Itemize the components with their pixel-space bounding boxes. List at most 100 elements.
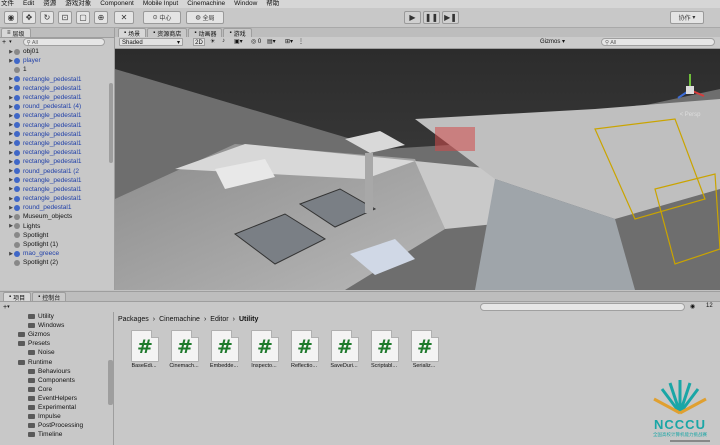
- grid-toggle-icon[interactable]: ⊞▾: [285, 38, 293, 45]
- scene-search-input[interactable]: ⚲ All: [601, 38, 715, 46]
- hierarchy-item[interactable]: 1: [0, 65, 108, 74]
- hierarchy-item[interactable]: ▶ rectangle_pedestal1: [0, 93, 108, 102]
- hierarchy-item[interactable]: ▶ round_pedestal1: [0, 203, 108, 212]
- project-folder-item[interactable]: Runtime: [0, 357, 113, 366]
- project-tree-scrollbar[interactable]: [108, 360, 113, 405]
- hierarchy-item[interactable]: ▶ mao_greece: [0, 249, 108, 258]
- tab-scene-3[interactable]: ▪ 游戏: [223, 28, 252, 38]
- hierarchy-item[interactable]: ▶ rectangle_pedestal1: [0, 185, 108, 194]
- hierarchy-item[interactable]: ▶ rectangle_pedestal1: [0, 75, 108, 84]
- collab-dropdown[interactable]: 协作 ▾: [670, 11, 704, 24]
- hierarchy-item[interactable]: Spotlight: [0, 231, 108, 240]
- toggle-2d-button[interactable]: 2D: [193, 38, 205, 46]
- tab-scene-0[interactable]: ▪ 场景: [118, 28, 147, 38]
- snap-icon[interactable]: ⋮: [298, 38, 304, 45]
- tab-project-0[interactable]: ▪ 项目: [3, 292, 32, 302]
- rect-tool-button[interactable]: ▢: [76, 11, 90, 24]
- script-asset[interactable]: # Reflectio...: [287, 330, 321, 378]
- hierarchy-scrollbar[interactable]: [109, 83, 113, 163]
- shading-mode-label: Shaded: [122, 40, 143, 46]
- effects-toggle-icon[interactable]: ▣▾: [234, 38, 243, 45]
- project-folder-item[interactable]: Noise: [0, 348, 113, 357]
- hierarchy-item[interactable]: ▶ rectangle_pedestal1: [0, 111, 108, 120]
- project-folder-item[interactable]: Timeline: [0, 430, 113, 439]
- hierarchy-item[interactable]: ▶ round_pedestal1 (2: [0, 166, 108, 175]
- gizmos-dropdown[interactable]: Gizmos ▾: [540, 38, 584, 46]
- tab-hierarchy[interactable]: ≡ 层级: [1, 28, 31, 38]
- hierarchy-item[interactable]: ▶ rectangle_pedestal1: [0, 194, 108, 203]
- hierarchy-item[interactable]: ▶ rectangle_pedestal1: [0, 84, 108, 93]
- project-folder-item[interactable]: Impulse: [0, 412, 113, 421]
- hierarchy-item[interactable]: ▶ Lights: [0, 222, 108, 231]
- script-asset[interactable]: # Cinemach...: [167, 330, 201, 378]
- hierarchy-item[interactable]: ▶ rectangle_pedestal1: [0, 157, 108, 166]
- shading-mode-dropdown[interactable]: Shaded ▾: [119, 38, 183, 46]
- project-folder-item[interactable]: Experimental: [0, 403, 113, 412]
- script-asset[interactable]: # Embedde...: [207, 330, 241, 378]
- step-button[interactable]: ▶❚: [442, 11, 459, 24]
- hierarchy-item[interactable]: Spotlight (1): [0, 240, 108, 249]
- camera-settings-icon[interactable]: ▤▾: [267, 38, 276, 45]
- custom-tool-button[interactable]: ✕: [114, 11, 134, 24]
- pause-button[interactable]: ❚❚: [423, 11, 440, 24]
- rotate-tool-button[interactable]: ↻: [40, 11, 54, 24]
- project-folder-item[interactable]: EventHelpers: [0, 394, 113, 403]
- hand-tool-button[interactable]: ◉: [4, 11, 18, 24]
- add-button[interactable]: +: [2, 39, 6, 46]
- scale-tool-button[interactable]: ⊡: [58, 11, 72, 24]
- menu-item[interactable]: 游戏对象: [65, 0, 91, 8]
- hierarchy-item[interactable]: Spotlight (2): [0, 258, 108, 267]
- project-folder-item[interactable]: Windows: [0, 321, 113, 330]
- menu-item[interactable]: Component: [100, 0, 134, 8]
- project-search-input[interactable]: [480, 303, 685, 311]
- visibility-icon[interactable]: ◉: [690, 303, 695, 310]
- light-toggle-icon[interactable]: ☀: [210, 38, 215, 45]
- project-folder-item[interactable]: Behaviours: [0, 367, 113, 376]
- move-tool-button[interactable]: ✥: [22, 11, 36, 24]
- breadcrumb-item[interactable]: Utility: [239, 316, 258, 323]
- menu-item[interactable]: 帮助: [266, 0, 279, 8]
- project-folder-item[interactable]: Presets: [0, 339, 113, 348]
- hierarchy-item[interactable]: ▶ player: [0, 56, 108, 65]
- script-asset[interactable]: # Scriptabl...: [367, 330, 401, 378]
- hierarchy-item[interactable]: ▶ rectangle_pedestal1: [0, 176, 108, 185]
- hierarchy-item[interactable]: ▶ rectangle_pedestal1: [0, 148, 108, 157]
- hierarchy-item[interactable]: ▶ obj01: [0, 47, 108, 56]
- project-folder-item[interactable]: PostProcessing: [0, 421, 113, 430]
- tab-scene-1[interactable]: ▪ 资源商店: [147, 28, 188, 38]
- scene-viewport[interactable]: [115, 49, 720, 290]
- hierarchy-item[interactable]: ▶ rectangle_pedestal1: [0, 121, 108, 130]
- menu-item[interactable]: Cinemachine: [187, 0, 225, 8]
- hierarchy-search-input[interactable]: ⚲ All: [22, 38, 105, 46]
- breadcrumb-item[interactable]: Cinemachine: [159, 316, 200, 323]
- menu-item[interactable]: Edit: [23, 0, 34, 8]
- script-asset[interactable]: # Inspecto...: [247, 330, 281, 378]
- hierarchy-item[interactable]: ▶ rectangle_pedestal1: [0, 130, 108, 139]
- hash-icon: #: [417, 336, 433, 358]
- hidden-objects-icon[interactable]: ◎ 0: [251, 38, 261, 45]
- project-folder-item[interactable]: Utility: [0, 312, 113, 321]
- menu-item[interactable]: Mobile Input: [143, 0, 178, 8]
- transform-tool-button[interactable]: ⊕: [94, 11, 108, 24]
- hierarchy-item[interactable]: ▶ Museum_objects: [0, 212, 108, 221]
- menu-item[interactable]: 文件: [1, 0, 14, 8]
- project-folder-item[interactable]: Core: [0, 385, 113, 394]
- project-folder-item[interactable]: Components: [0, 376, 113, 385]
- menu-item[interactable]: Window: [234, 0, 257, 8]
- project-folder-item[interactable]: Gizmos: [0, 330, 113, 339]
- hierarchy-item[interactable]: ▶ rectangle_pedestal1: [0, 139, 108, 148]
- audio-toggle-icon[interactable]: ♪: [222, 38, 225, 44]
- menu-item[interactable]: 资源: [43, 0, 56, 8]
- pivot-toggle[interactable]: ⊙ 中心: [143, 11, 181, 24]
- script-asset[interactable]: # SaveDuri...: [327, 330, 361, 378]
- tab-scene-2[interactable]: ▪ 动画器: [188, 28, 223, 38]
- scene-gizmo[interactable]: < Persp: [670, 70, 710, 120]
- play-button[interactable]: ▶: [404, 11, 421, 24]
- breadcrumb-item[interactable]: Packages: [118, 316, 149, 323]
- tab-project-1[interactable]: ▪ 控制台: [32, 292, 67, 302]
- script-asset[interactable]: # Serializ...: [407, 330, 441, 378]
- breadcrumb-item[interactable]: Editor: [210, 316, 228, 323]
- script-asset[interactable]: # BaseEdi...: [127, 330, 161, 378]
- space-toggle[interactable]: ◍ 全局: [186, 11, 224, 24]
- hierarchy-item[interactable]: ▶ round_pedestal1 (4): [0, 102, 108, 111]
